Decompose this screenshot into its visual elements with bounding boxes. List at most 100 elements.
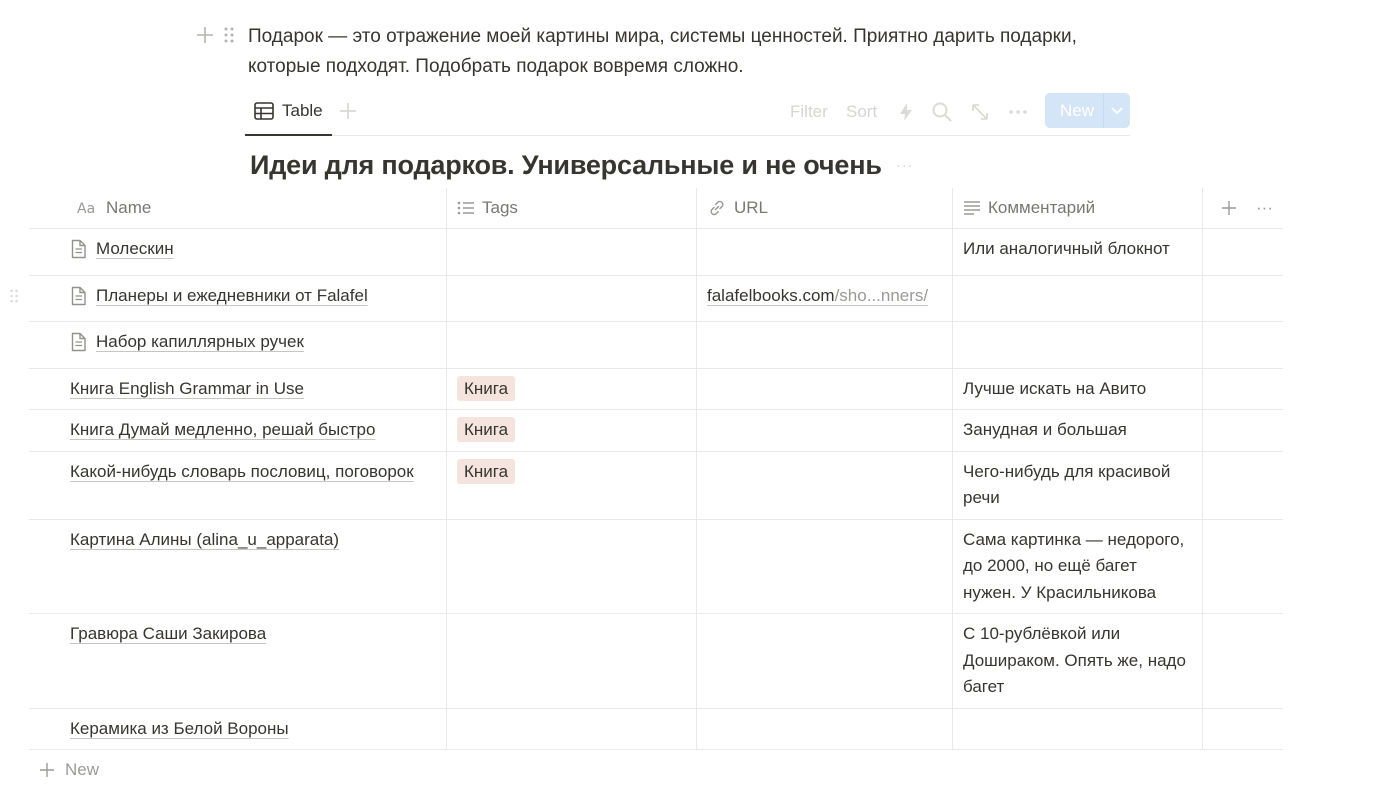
table-more-icon[interactable]: ··· bbox=[1256, 198, 1273, 218]
row-title-link[interactable]: Какой-нибудь словарь пословиц, поговорок bbox=[70, 459, 414, 486]
table-body: Молескин Или аналогичный блокнот Планеры и… bbox=[10, 229, 1283, 750]
cell-url[interactable] bbox=[697, 614, 953, 708]
row-title-link[interactable]: Гравюра Саши Закирова bbox=[70, 621, 266, 648]
cell-tags[interactable] bbox=[447, 614, 697, 708]
cell-tags[interactable]: Книга bbox=[447, 451, 697, 519]
row-title-link[interactable]: Картина Алины (alina_u_apparata) bbox=[70, 527, 339, 554]
database-table: Aa Name Tags URL Комментарий ··· Молески… bbox=[10, 188, 1283, 788]
row-title-link[interactable]: Книга English Grammar in Use bbox=[70, 376, 304, 403]
cell-url[interactable] bbox=[697, 229, 953, 275]
table-row[interactable]: Планеры и ежедневники от Falafel falafelb… bbox=[10, 275, 1283, 322]
tag-badge: Книга bbox=[457, 417, 516, 442]
cell-url[interactable] bbox=[697, 519, 953, 613]
comment-text: С 10-рублёвкой или Дошираком. Опять же, … bbox=[963, 624, 1186, 696]
comment-text: Или аналогичный блокнот bbox=[963, 239, 1170, 258]
cell-comment[interactable] bbox=[953, 708, 1203, 749]
column-url-label: URL bbox=[734, 198, 769, 217]
table-icon bbox=[254, 102, 274, 120]
table-row[interactable]: Книга English Grammar in Use Книга Лучше и… bbox=[29, 368, 1283, 410]
database-title-row: Идеи для подарков. Универсальные и не оч… bbox=[250, 150, 914, 181]
cell-comment[interactable]: Или аналогичный блокнот bbox=[953, 229, 1203, 275]
column-header-tags[interactable]: Tags bbox=[447, 188, 697, 228]
cell-tags[interactable]: Книга bbox=[447, 368, 697, 409]
cell-name[interactable]: Книга Думай медленно, решай быстро bbox=[29, 410, 447, 451]
expand-icon[interactable] bbox=[968, 100, 992, 124]
table-header: Aa Name Tags URL Комментарий ··· bbox=[29, 188, 1283, 229]
link-icon bbox=[710, 200, 724, 216]
chevron-down-icon[interactable] bbox=[1103, 93, 1130, 128]
cell-tags[interactable]: Книга bbox=[447, 410, 697, 451]
add-row-button[interactable]: New bbox=[29, 750, 1283, 788]
cell-url[interactable] bbox=[697, 368, 953, 409]
cell-name[interactable]: Набор капиллярных ручек bbox=[29, 322, 447, 368]
cell-url[interactable] bbox=[697, 322, 953, 368]
text-property-icon: Aa bbox=[77, 201, 95, 216]
row-title-link[interactable]: Молескин bbox=[96, 236, 174, 263]
add-block-icon[interactable] bbox=[195, 22, 215, 48]
table-row[interactable]: Молескин Или аналогичный блокнот bbox=[29, 229, 1283, 276]
cell-name[interactable]: Керамика из Белой Вороны bbox=[29, 708, 447, 749]
search-icon[interactable] bbox=[930, 100, 954, 124]
page-icon bbox=[70, 239, 87, 268]
table-row[interactable]: Гравюра Саши Закирова С 10-рублёвкой или … bbox=[29, 614, 1283, 709]
add-property-icon[interactable] bbox=[1221, 200, 1237, 216]
cell-comment[interactable] bbox=[953, 322, 1203, 368]
row-drag-handle-icon[interactable] bbox=[9, 288, 19, 309]
cell-comment[interactable]: Лучше искать на Авито bbox=[953, 368, 1203, 409]
cell-tags[interactable] bbox=[447, 229, 697, 275]
cell-url[interactable]: falafelbooks.com/sho...nners/ bbox=[697, 275, 953, 321]
column-header-url[interactable]: URL bbox=[697, 188, 953, 228]
new-button-label[interactable]: New bbox=[1045, 93, 1103, 128]
cell-url[interactable] bbox=[697, 410, 953, 451]
more-options-icon[interactable] bbox=[1006, 100, 1030, 124]
add-row-label: New bbox=[65, 759, 100, 779]
table-row[interactable]: Керамика из Белой Вороны bbox=[29, 708, 1283, 750]
cell-extra bbox=[1203, 452, 1283, 519]
column-header-comment[interactable]: Комментарий bbox=[953, 188, 1203, 228]
row-title-link[interactable]: Набор капиллярных ручек bbox=[96, 329, 304, 356]
table-row[interactable]: Какой-нибудь словарь пословиц, поговорок… bbox=[29, 451, 1283, 520]
cell-name[interactable]: Книга English Grammar in Use bbox=[29, 368, 447, 409]
cell-comment[interactable]: Занудная и большая bbox=[953, 410, 1203, 451]
new-record-button[interactable]: New bbox=[1045, 93, 1130, 128]
filter-button[interactable]: Filter bbox=[790, 102, 828, 122]
cell-extra bbox=[1203, 614, 1283, 708]
cell-name[interactable]: Какой-нибудь словарь пословиц, поговорок bbox=[29, 451, 447, 519]
comment-text: Занудная и большая bbox=[963, 420, 1127, 439]
cell-url[interactable] bbox=[697, 708, 953, 749]
table-row[interactable]: Набор капиллярных ручек bbox=[29, 322, 1283, 369]
table-row[interactable]: Картина Алины (alina_u_apparata) Сама кар… bbox=[29, 519, 1283, 614]
table-row[interactable]: Книга Думай медленно, решай быстро Книга З… bbox=[29, 410, 1283, 452]
add-view-icon[interactable] bbox=[338, 100, 358, 122]
page-icon bbox=[70, 286, 87, 315]
cell-tags[interactable] bbox=[447, 519, 697, 613]
cell-tags[interactable] bbox=[447, 275, 697, 321]
paragraph-text[interactable]: Подарок — это отражение моей картины мир… bbox=[248, 22, 1133, 82]
cell-name[interactable]: Планеры и ежедневники от Falafel bbox=[29, 275, 447, 321]
sort-button[interactable]: Sort bbox=[846, 102, 877, 122]
row-title-link[interactable]: Керамика из Белой Вороны bbox=[70, 716, 289, 743]
row-title-link[interactable]: Планеры и ежедневники от Falafel bbox=[96, 283, 368, 310]
automation-icon[interactable] bbox=[894, 100, 918, 124]
tab-table[interactable]: Table bbox=[245, 88, 332, 136]
url-path: /sho...nners/ bbox=[834, 285, 929, 305]
cell-name[interactable]: Гравюра Саши Закирова bbox=[29, 614, 447, 708]
database-title-more-icon[interactable]: ··· bbox=[896, 157, 914, 174]
cell-name[interactable]: Молескин bbox=[29, 229, 447, 275]
cell-extra bbox=[1203, 709, 1283, 750]
cell-comment[interactable]: Чего-нибудь для красивой речи bbox=[953, 451, 1203, 519]
cell-extra bbox=[1203, 229, 1283, 275]
drag-handle-icon[interactable] bbox=[223, 26, 235, 44]
row-title-link[interactable]: Книга Думай медленно, решай быстро bbox=[70, 417, 375, 444]
cell-tags[interactable] bbox=[447, 322, 697, 368]
column-header-name[interactable]: Aa Name bbox=[29, 188, 447, 228]
database-view-bar: Table Filter Sort New bbox=[245, 88, 1130, 136]
url-link[interactable]: falafelbooks.com/sho...nners/ bbox=[707, 286, 928, 305]
cell-comment[interactable]: С 10-рублёвкой или Дошираком. Опять же, … bbox=[953, 614, 1203, 708]
cell-tags[interactable] bbox=[447, 708, 697, 749]
cell-comment[interactable] bbox=[953, 275, 1203, 321]
database-title[interactable]: Идеи для подарков. Универсальные и не оч… bbox=[250, 150, 882, 181]
cell-comment[interactable]: Сама картинка — недорого, до 2000, но ещ… bbox=[953, 519, 1203, 613]
cell-url[interactable] bbox=[697, 451, 953, 519]
cell-name[interactable]: Картина Алины (alina_u_apparata) bbox=[29, 519, 447, 613]
